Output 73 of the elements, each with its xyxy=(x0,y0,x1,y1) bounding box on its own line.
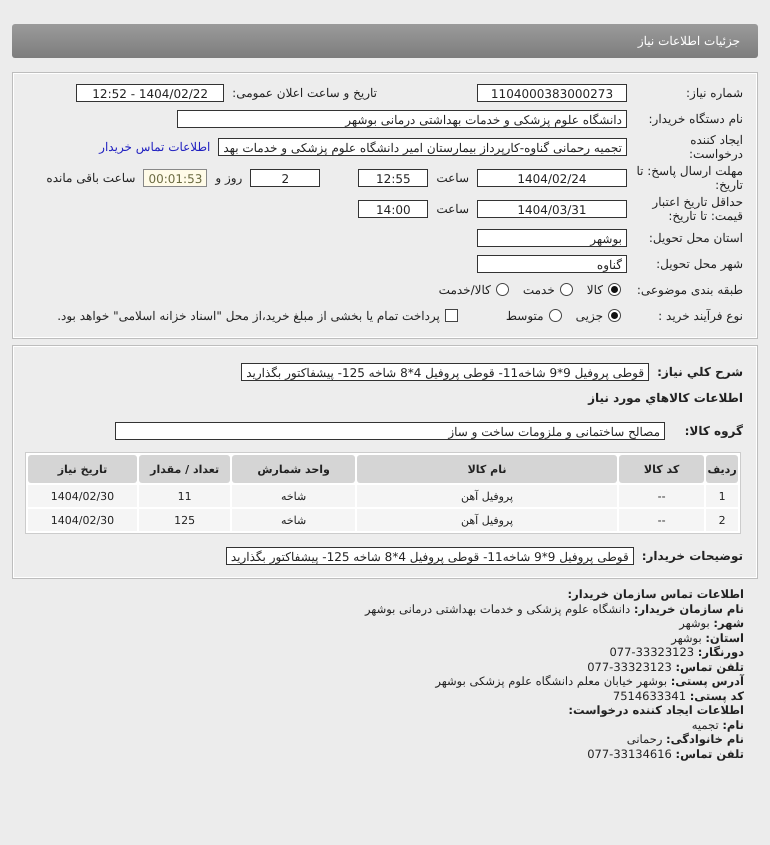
time-label: ساعت xyxy=(436,202,469,216)
table-cell: پروفیل آهن xyxy=(357,485,618,507)
field-label: تاریخ و ساعت اعلان عمومی: xyxy=(232,86,377,100)
column-header: نام کالا xyxy=(357,455,618,483)
field-label: طبقه بندی موضوعی: xyxy=(636,282,744,296)
field-label: شرح کلي نياز: xyxy=(657,364,744,378)
field-label: نوع فرآیند خرید : xyxy=(657,308,744,322)
option-label: جزیی xyxy=(576,308,603,322)
field-label: نام دستگاه خریدار: xyxy=(648,112,744,126)
remaining-time-field: 00:01:53 xyxy=(143,169,208,187)
table-cell: 2 xyxy=(706,509,738,531)
column-header: کد کالا xyxy=(619,455,704,483)
column-header: تاریخ نیاز xyxy=(28,455,137,483)
buyer-field: دانشگاه علوم پزشکی و خدمات بهداشتی درمانی بوشهر xyxy=(177,110,627,128)
days-field: 2 xyxy=(250,169,320,187)
days-label: روز و xyxy=(215,171,242,185)
option-label: کالا/خدمت xyxy=(438,282,491,296)
time-label: ساعت xyxy=(436,171,469,185)
radio-button[interactable] xyxy=(548,309,562,322)
section-title: اطلاعات تماس سازمان خریدار: xyxy=(567,587,744,601)
section-title: اطلاعات ایجاد کننده درخواست: xyxy=(568,703,744,717)
time-field: 12:55 xyxy=(358,169,428,187)
contact-detail: آدرس پستی: بوشهر خیابان معلم دانشگاه علوم پزشکی بوشهر xyxy=(435,674,744,688)
field-label: حداقل تاریخ اعتبار قیمت: تا تاریخ: xyxy=(650,195,744,223)
field-label: مهلت ارسال پاسخ: تا تاریخ: xyxy=(635,164,744,192)
radio-button[interactable] xyxy=(496,283,509,296)
table-cell: -- xyxy=(619,509,704,531)
table-cell: شاخه xyxy=(232,509,355,531)
contact-detail: نام خانوادگی: رحمانی xyxy=(626,732,744,746)
field-label: ایجاد کننده درخواست: xyxy=(688,133,744,161)
date-field: 1404/02/24 xyxy=(477,169,627,187)
option-label: متوسط xyxy=(506,308,544,322)
creator-field: تجمیه رحمانی گناوه-کارپرداز بیمارستان امیر دانشگاه علوم پزشکی و خدمات بهد xyxy=(218,138,627,156)
checkbox[interactable] xyxy=(444,309,458,322)
description-field: قوطی پروفیل 9*9 شاخه11- قوطی پروفیل 4*8 شاخه 125- پیشفاکتور بگذارید xyxy=(241,362,650,380)
goods-group-field: مصالح ساختمانی و ملزومات ساخت و ساز xyxy=(115,422,665,440)
radio-button[interactable] xyxy=(560,283,573,296)
time-field: 14:00 xyxy=(358,200,428,218)
table-cell: پروفیل آهن xyxy=(357,509,618,531)
contact-detail: استان: بوشهر xyxy=(671,630,744,644)
payment-note: پرداخت تمام یا بخشی از مبلغ خرید،از محل "اسناد خزانه اسلامی" خواهد بود. xyxy=(57,308,440,322)
announce-date-field: 1404/02/22 - 12:52 xyxy=(76,84,224,102)
field-label: گروه کالا: xyxy=(684,424,744,438)
field-label: استان محل تحویل: xyxy=(648,230,744,244)
date-field: 1404/03/31 xyxy=(477,200,627,218)
option-label: کالا xyxy=(586,282,603,296)
table-cell: شاخه xyxy=(232,485,355,507)
table-cell: 11 xyxy=(138,485,230,507)
city-field: گناوه xyxy=(477,254,627,272)
buyer-notes-field: قوطی پروفیل 9*9 شاخه11- قوطی پروفیل 4*8 شاخه 125- پیشفاکتور بگذارید xyxy=(226,546,634,564)
section-title: اطلاعات کالاهاي مورد نياز xyxy=(588,390,744,404)
need-number-field: 1104000383000273 xyxy=(477,84,627,102)
column-header: تعداد / مقدار xyxy=(138,455,230,483)
page-header: جزئیات اطلاعات نیاز xyxy=(12,24,758,58)
table-cell: -- xyxy=(619,485,704,507)
option-label: خدمت xyxy=(522,282,555,296)
field-label: شماره نیاز: xyxy=(685,86,744,100)
table-cell: 1404/02/30 xyxy=(28,509,137,531)
column-header: واحد شمارش xyxy=(232,455,355,483)
province-field: بوشهر xyxy=(477,228,627,246)
table-cell: 125 xyxy=(138,509,230,531)
radio-button[interactable] xyxy=(608,283,621,296)
contact-detail: شهر: بوشهر xyxy=(679,616,744,630)
column-header: ردیف xyxy=(706,455,738,483)
contact-detail: نام سازمان خریدار: دانشگاه علوم پزشکی و خدمات بهداشتی درمانی بوشهر xyxy=(364,602,744,616)
radio-button[interactable] xyxy=(608,309,621,322)
field-label: شهر محل تحویل: xyxy=(655,256,744,270)
contact-detail: نام: تجمیه xyxy=(692,718,744,732)
table-cell: 1 xyxy=(706,485,738,507)
table-cell: 1404/02/30 xyxy=(28,485,137,507)
remaining-label: ساعت باقی مانده xyxy=(46,171,136,185)
field-label: توضیحات خریدار: xyxy=(642,548,744,562)
contact-link[interactable]: اطلاعات تماس خریدار xyxy=(99,140,210,154)
